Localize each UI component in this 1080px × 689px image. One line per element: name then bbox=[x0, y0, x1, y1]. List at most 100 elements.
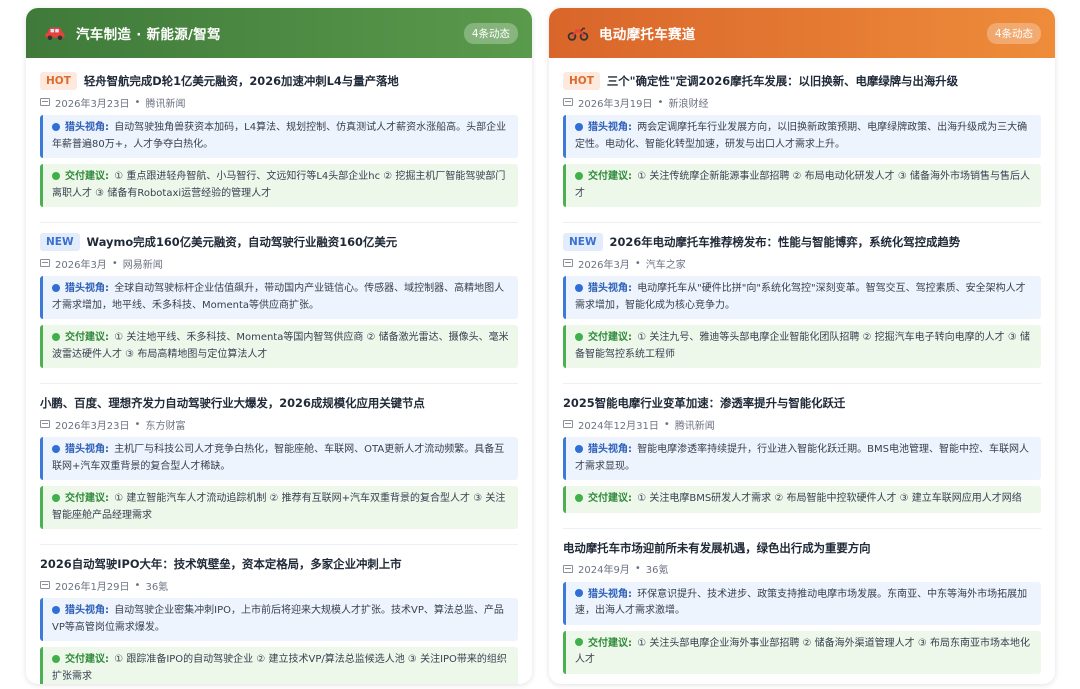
blue-dot-icon bbox=[52, 605, 60, 614]
newspaper-icon bbox=[40, 259, 50, 267]
news-date: 2026年3月 bbox=[55, 259, 107, 271]
delivery-advice: 交付建议: ① 重点跟进轻舟智航、小马智行、文远知行等L4头部企业hc ② 挖掘… bbox=[40, 164, 518, 207]
view-text: 环保意识提升、技术进步、政策支持推动电摩市场发展。东南亚、中东等海外市场拓展加速… bbox=[575, 588, 1028, 617]
news-source: 新浪财经 bbox=[668, 98, 709, 110]
view-text: 电动摩托车从"硬件比拼"向"系统化驾控"深刻变革。智驾交互、驾控素质、安全架构人… bbox=[575, 283, 1026, 311]
headhunter-view: 猎头视角: 电动摩托车从"硬件比拼"向"系统化驾控"深刻变革。智驾交互、驾控素质… bbox=[563, 276, 1041, 319]
advice-label: 交付建议: bbox=[588, 637, 632, 649]
news-date: 2024年9月 bbox=[578, 565, 630, 576]
news-date: 2024年12月31日 bbox=[578, 420, 659, 432]
advice-text: ① 关注电摩BMS研发人才需求 ② 布局智能中控软硬件人才 ③ 建立车联网应用人… bbox=[637, 493, 1022, 504]
green-dot-icon bbox=[575, 332, 583, 341]
delivery-advice: 交付建议: ① 关注传统摩企新能源事业部招聘 ② 布局电动化研发人才 ③ 储备海… bbox=[563, 164, 1041, 207]
view-label: 猎头视角: bbox=[65, 444, 109, 455]
news-title[interactable]: Waymo完成160亿美元融资，自动驾驶行业融资160亿美元 bbox=[87, 234, 398, 250]
blue-dot-icon bbox=[52, 122, 60, 131]
advice-label: 交付建议: bbox=[65, 171, 109, 182]
news-meta: 2026年3月23日 • 东方财富 bbox=[40, 415, 518, 433]
green-dot-icon bbox=[52, 654, 60, 663]
headhunter-view: 猎头视角: 环保意识提升、技术进步、政策支持推动电摩市场发展。东南亚、中东等海外… bbox=[563, 581, 1041, 625]
news-title[interactable]: 电动摩托车市场迎前所未有发展机遇，绿色出行成为重要方向 bbox=[563, 540, 871, 556]
news-title[interactable]: 小鹏、百度、理想齐发力自动驾驶行业大爆发，2026成规模化应用关键节点 bbox=[40, 395, 425, 411]
advice-label: 交付建议: bbox=[588, 332, 632, 343]
news-item[interactable]: 电动摩托车市场迎前所未有发展机遇，绿色出行成为重要方向 2024年9月 • 36… bbox=[563, 538, 1041, 685]
advice-label: 交付建议: bbox=[588, 493, 632, 504]
headhunter-view: 猎头视角: 智能电摩渗透率持续提升，行业进入智能化跃迁期。BMS电池管理、智能中… bbox=[563, 437, 1041, 480]
panel-title: 汽车制造 · 新能源/智驾 bbox=[76, 27, 221, 43]
news-item[interactable]: NEW 2026年电动摩托车推荐榜发布：性能与智能博弈，系统化驾控成趋势 202… bbox=[563, 232, 1041, 384]
delivery-advice: 交付建议: ① 关注九号、雅迪等头部电摩企业智能化团队招聘 ② 挖掘汽车电子转向… bbox=[563, 325, 1041, 368]
delivery-advice: 交付建议: ① 关注头部电摩企业海外事业部招聘 ② 储备海外渠道管理人才 ③ 布… bbox=[563, 630, 1041, 674]
headhunter-view: 猎头视角: 主机厂与科技公司人才竞争白热化，智能座舱、车联网、OTA更新人才流动… bbox=[40, 437, 518, 480]
advice-label: 交付建议: bbox=[65, 332, 109, 343]
green-dot-icon bbox=[52, 171, 60, 180]
panel-header: 电动摩托车赛道 4条动态 bbox=[549, 8, 1055, 58]
advice-text: ① 关注地平线、禾多科技、Momenta等国内智驾供应商 ② 储备激光雷达、摄像… bbox=[52, 332, 509, 360]
newspaper-icon bbox=[40, 98, 50, 106]
news-title[interactable]: 2025智能电摩行业变革加速：渗透率提升与智能化跃迁 bbox=[563, 395, 845, 411]
news-meta: 2026年3月 • 网易新闻 bbox=[40, 254, 518, 272]
hot-tag: HOT bbox=[40, 72, 77, 90]
new-tag: NEW bbox=[563, 233, 603, 251]
news-item[interactable]: 2026自动驾驶IPO大年：技术筑壁垒，资本定格局，多家企业冲刺上市 2026年… bbox=[40, 554, 518, 684]
delivery-advice: 交付建议: ① 关注电摩BMS研发人才需求 ② 布局智能中控软硬件人才 ③ 建立… bbox=[563, 486, 1041, 513]
blue-dot-icon bbox=[52, 283, 60, 292]
headhunter-view: 猎头视角: 自动驾驶独角兽获资本加码，L4算法、规划控制、仿真测试人才薪资水涨船… bbox=[40, 115, 518, 158]
newspaper-icon bbox=[563, 98, 573, 106]
news-item[interactable]: HOT 轻舟智航完成D轮1亿美元融资，2026加速冲刺L4与量产落地 2026年… bbox=[40, 71, 518, 223]
newspaper-icon bbox=[563, 420, 573, 428]
blue-dot-icon bbox=[52, 444, 60, 453]
advice-label: 交付建议: bbox=[65, 654, 109, 665]
news-title[interactable]: 2026年电动摩托车推荐榜发布：性能与智能博弈，系统化驾控成趋势 bbox=[610, 234, 961, 250]
blue-dot-icon bbox=[575, 122, 583, 131]
news-source: 网易新闻 bbox=[122, 259, 163, 271]
green-dot-icon bbox=[52, 493, 60, 502]
blue-dot-icon bbox=[575, 589, 583, 597]
newspaper-icon bbox=[563, 259, 573, 267]
count-badge: 4条动态 bbox=[986, 22, 1041, 44]
view-label: 猎头视角: bbox=[65, 283, 109, 294]
newspaper-icon bbox=[40, 581, 50, 589]
advice-text: ① 关注传统摩企新能源事业部招聘 ② 布局电动化研发人才 ③ 储备海外市场销售与… bbox=[575, 171, 1030, 199]
advice-text: ① 建立智能汽车人才流动追踪机制 ② 推荐有互联网+汽车双重背景的复合型人才 ③… bbox=[52, 493, 506, 521]
advice-text: ① 关注头部电摩企业海外事业部招聘 ② 储备海外渠道管理人才 ③ 布局东南亚市场… bbox=[575, 637, 1030, 666]
advice-text: ① 关注九号、雅迪等头部电摩企业智能化团队招聘 ② 挖掘汽车电子转向电摩的人才 … bbox=[575, 332, 1030, 360]
panel-title: 电动摩托车赛道 bbox=[599, 27, 696, 43]
advice-label: 交付建议: bbox=[65, 493, 109, 504]
view-label: 猎头视角: bbox=[65, 605, 109, 616]
green-dot-icon bbox=[575, 171, 583, 180]
news-source: 腾讯新闻 bbox=[145, 98, 186, 110]
news-title[interactable]: 轻舟智航完成D轮1亿美元融资，2026加速冲刺L4与量产落地 bbox=[84, 73, 399, 89]
panel-header: 汽车制造 · 新能源/智驾 4条动态 bbox=[26, 8, 532, 58]
blue-dot-icon bbox=[575, 444, 583, 453]
view-text: 主机厂与科技公司人才竞争白热化，智能座舱、车联网、OTA更新人才流动频繁。具备互… bbox=[52, 444, 505, 472]
news-date: 2026年3月19日 bbox=[578, 98, 653, 110]
newspaper-icon bbox=[40, 420, 50, 428]
news-title[interactable]: 2026自动驾驶IPO大年：技术筑壁垒，资本定格局，多家企业冲刺上市 bbox=[40, 556, 402, 572]
news-item[interactable]: HOT 三个"确定性"定调2026摩托车发展：以旧换新、电摩绿牌与出海升级 20… bbox=[563, 71, 1041, 223]
advice-text: ① 跟踪准备IPO的自动驾驶企业 ② 建立技术VP/算法总监候选人池 ③ 关注I… bbox=[52, 654, 507, 682]
news-item[interactable]: 小鹏、百度、理想齐发力自动驾驶行业大爆发，2026成规模化应用关键节点 2026… bbox=[40, 393, 518, 545]
news-meta: 2024年12月31日 • 腾讯新闻 bbox=[563, 415, 1041, 433]
news-date: 2026年3月 bbox=[578, 259, 630, 271]
view-text: 自动驾驶独角兽获资本加码，L4算法、规划控制、仿真测试人才薪资水涨船高。头部企业… bbox=[52, 122, 507, 150]
news-item[interactable]: 2025智能电摩行业变革加速：渗透率提升与智能化跃迁 2024年12月31日 •… bbox=[563, 393, 1041, 529]
news-item[interactable]: NEW Waymo完成160亿美元融资，自动驾驶行业融资160亿美元 2026年… bbox=[40, 232, 518, 384]
car-icon bbox=[44, 24, 66, 42]
news-meta: 2026年3月 • 汽车之家 bbox=[563, 254, 1041, 272]
green-dot-icon bbox=[52, 332, 60, 341]
news-meta: 2026年1月29日 • 36氪 bbox=[40, 576, 518, 594]
view-label: 猎头视角: bbox=[588, 122, 632, 133]
news-date: 2026年3月23日 bbox=[55, 420, 130, 432]
news-title[interactable]: 三个"确定性"定调2026摩托车发展：以旧换新、电摩绿牌与出海升级 bbox=[607, 73, 958, 89]
view-text: 智能电摩渗透率持续提升，行业进入智能化跃迁期。BMS电池管理、智能中控、车联网人… bbox=[575, 444, 1030, 472]
news-source: 36氪 bbox=[145, 581, 169, 593]
news-meta: 2026年3月19日 • 新浪财经 bbox=[563, 93, 1041, 111]
delivery-advice: 交付建议: ① 建立智能汽车人才流动追踪机制 ② 推荐有互联网+汽车双重背景的复… bbox=[40, 486, 518, 529]
view-label: 猎头视角: bbox=[588, 588, 632, 600]
advice-text: ① 重点跟进轻舟智航、小马智行、文远知行等L4头部企业hc ② 挖掘主机厂智能驾… bbox=[52, 171, 506, 199]
panel-auto-manufacturing: 汽车制造 · 新能源/智驾 4条动态 HOT 轻舟智航完成D轮1亿美元融资，20… bbox=[26, 8, 532, 684]
news-source: 腾讯新闻 bbox=[674, 420, 715, 432]
green-dot-icon bbox=[575, 638, 583, 646]
view-text: 全球自动驾驶标杆企业估值飙升，带动国内产业链信心。传感器、域控制器、高精地图人才… bbox=[52, 283, 505, 311]
